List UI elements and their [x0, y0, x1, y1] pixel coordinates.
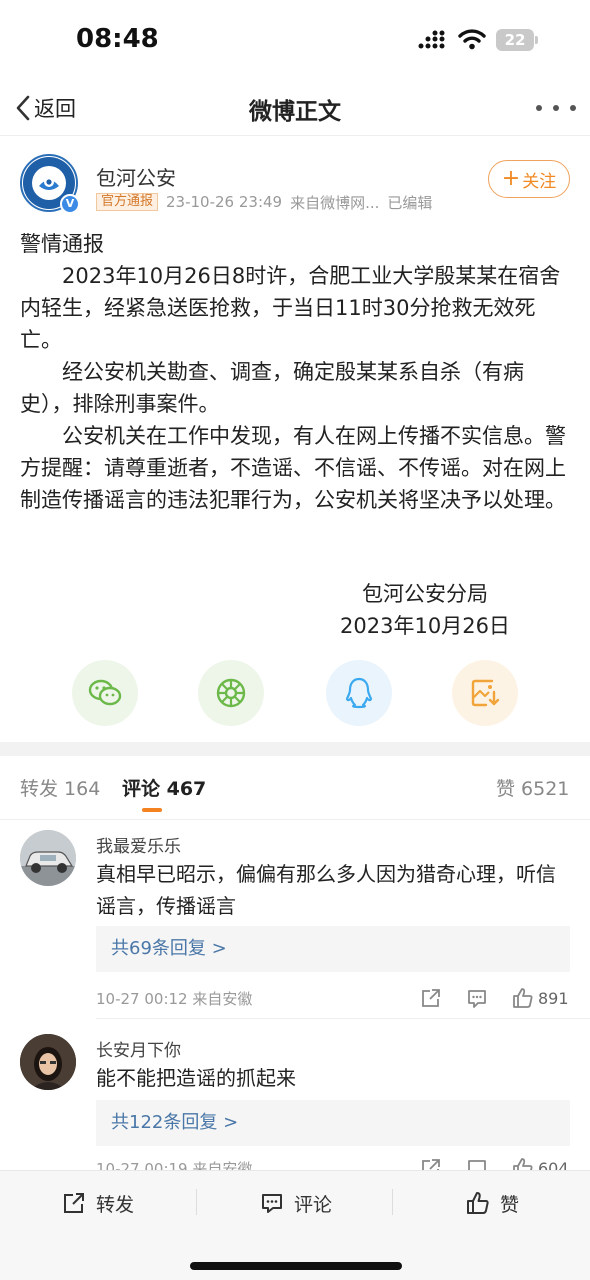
- like-label: 赞: [500, 1193, 520, 1216]
- comment-divider: [96, 1018, 590, 1019]
- share-icon: [422, 989, 440, 1007]
- car-photo-icon: [20, 830, 76, 886]
- thumbs-up-icon: [513, 988, 533, 1008]
- post-paragraph: 公安机关在工作中发现，有人在网上传播不实信息。警方提醒：请尊重逝者，不造谣、不信…: [20, 424, 566, 512]
- status-bar: 08:48 22: [0, 0, 590, 80]
- plus-icon: +: [501, 166, 521, 191]
- toolbar-divider: [196, 1189, 197, 1215]
- post-source[interactable]: 来自微博网...: [290, 192, 379, 213]
- post-paragraph: 2023年10月26日8时许，合肥工业大学殷某某在宿舍内轻生，经紧急送医抢救，于…: [20, 264, 561, 352]
- post-timestamp: 23-10-26 23:49: [166, 193, 283, 211]
- post-heading: 警情通报: [20, 232, 104, 256]
- save-image-icon: [471, 679, 500, 707]
- battery-level: 22: [504, 31, 526, 49]
- comment-username[interactable]: 我最爱乐乐: [96, 832, 181, 857]
- comment-replies-link[interactable]: 共122条回复 >: [96, 1100, 570, 1146]
- comment-like-button[interactable]: 891: [512, 986, 569, 1010]
- moments-icon: [216, 678, 246, 708]
- post-content: 警情通报 2023年10月26日8时许，合肥工业大学殷某某在宿舍内轻生，经紧急送…: [20, 228, 572, 516]
- comment-item: 我最爱乐乐 真相早已昭示，偏偏有那么多人因为猎奇心理，听信谣言，传播谣言 共69…: [0, 828, 590, 1018]
- comment-share-button[interactable]: [420, 986, 442, 1010]
- author-header: V 包河公安 官方通报 23-10-26 23:49 来自微博网... 已编辑 …: [0, 150, 590, 220]
- home-indicator: [190, 1262, 402, 1270]
- page-title: 微博正文: [249, 99, 341, 125]
- save-image-button[interactable]: [452, 660, 518, 726]
- comment-label: 评论: [294, 1193, 333, 1216]
- avatar[interactable]: [20, 1034, 76, 1090]
- thumbs-up-icon: [467, 1192, 489, 1214]
- qq-icon: [345, 677, 373, 709]
- post-meta: 官方通报 23-10-26 23:49 来自微博网... 已编辑: [96, 192, 432, 212]
- repost-button[interactable]: 转发: [62, 1185, 134, 1221]
- status-time: 08:48: [76, 24, 159, 54]
- active-tab-indicator: [142, 808, 162, 812]
- chevron-left-icon: [16, 95, 30, 121]
- comment-username[interactable]: 长安月下你: [96, 1036, 181, 1061]
- comment-text: 真相早已昭示，偏偏有那么多人因为猎奇心理，听信谣言，传播谣言: [96, 862, 556, 918]
- author-name[interactable]: 包河公安: [96, 162, 176, 191]
- back-label: 返回: [34, 97, 76, 121]
- comment-meta: 10-27 00:12 来自安徽: [96, 990, 253, 1008]
- like-button[interactable]: 赞: [466, 1185, 519, 1221]
- post-tabs: 转发 164 评论 467 赞 6521: [0, 758, 590, 820]
- comment-icon: [262, 1194, 282, 1213]
- tab-likes[interactable]: 赞 6521: [496, 774, 569, 801]
- section-divider: [0, 742, 590, 756]
- follow-button[interactable]: + 关注: [488, 160, 570, 198]
- battery-icon: 22: [496, 29, 538, 51]
- signature-org: 包河公安分局: [362, 582, 488, 606]
- share-wechat-button[interactable]: [72, 660, 138, 726]
- post-signature: 包河公安分局 2023年10月26日: [300, 578, 550, 642]
- share-moments-button[interactable]: [198, 660, 264, 726]
- tab-comments[interactable]: 评论 467: [122, 774, 206, 801]
- comment-actions: 891: [420, 986, 572, 1010]
- share-row: [0, 660, 590, 726]
- signal-icon: [418, 30, 445, 49]
- comment-item: 长安月下你 能不能把造谣的抓起来 共122条回复 > 10-27 00:19 来…: [0, 1032, 590, 1178]
- more-icon[interactable]: [536, 96, 576, 120]
- verified-badge-icon: V: [60, 194, 80, 214]
- wechat-icon: [88, 679, 122, 706]
- back-button[interactable]: 返回: [14, 90, 76, 126]
- nav-bar: 返回 微博正文: [0, 80, 590, 136]
- comment-reply-button[interactable]: [466, 986, 488, 1010]
- comment-like-count: 891: [538, 988, 569, 1008]
- tab-repost[interactable]: 转发 164: [20, 774, 100, 801]
- follow-label: 关注: [522, 171, 557, 192]
- portrait-photo-icon: [20, 1034, 76, 1090]
- post-paragraph: 经公安机关勘查、调查，确定殷某某系自杀（有病史），排除刑事案件。: [20, 360, 524, 416]
- wifi-icon: [458, 29, 486, 50]
- comment-replies-link[interactable]: 共69条回复 >: [96, 926, 570, 972]
- repost-label: 转发: [96, 1193, 135, 1216]
- signature-date: 2023年10月26日: [340, 614, 510, 638]
- repost-icon: [64, 1193, 84, 1213]
- edited-label[interactable]: 已编辑: [387, 192, 432, 213]
- comment-icon: [468, 990, 486, 1008]
- official-tag: 官方通报: [96, 193, 159, 211]
- toolbar-divider: [392, 1189, 393, 1215]
- comment-text: 能不能把造谣的抓起来: [96, 1066, 296, 1090]
- share-qq-button[interactable]: [326, 660, 392, 726]
- avatar[interactable]: [20, 830, 76, 886]
- comment-button[interactable]: 评论: [260, 1185, 332, 1221]
